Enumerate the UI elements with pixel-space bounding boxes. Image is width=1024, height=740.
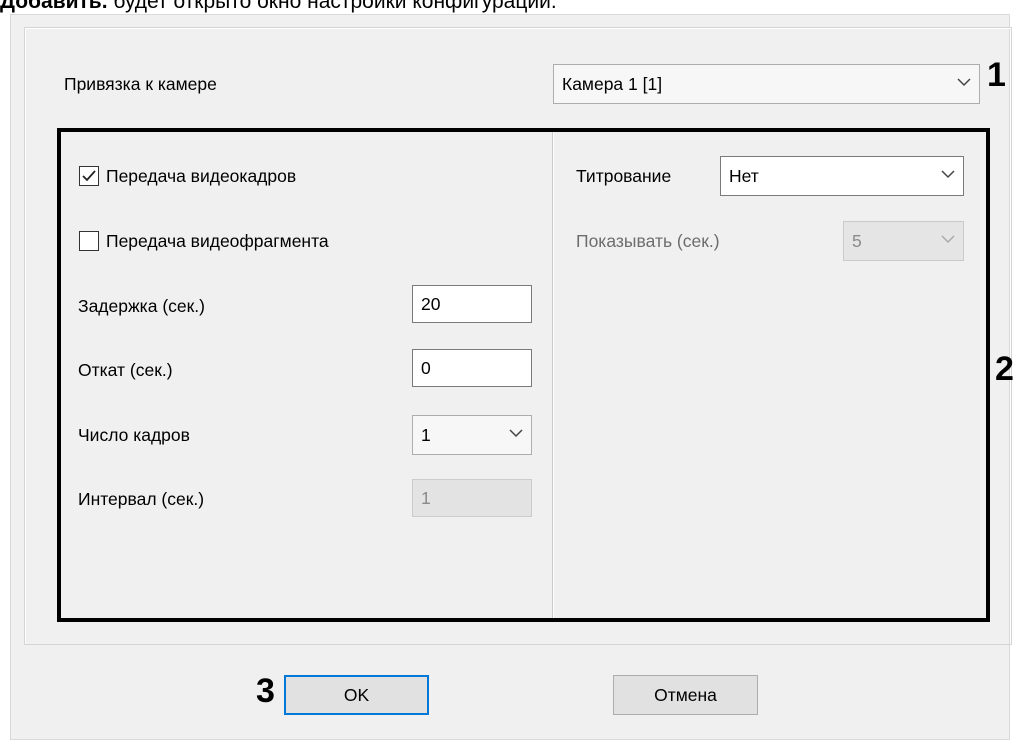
show-label: Показывать (сек.)	[576, 231, 720, 251]
chevron-down-icon	[941, 170, 955, 179]
callout-3: 3	[256, 672, 275, 710]
cancel-button[interactable]: Отмена	[613, 675, 758, 715]
check-icon	[82, 170, 96, 182]
instruction-bold: Добавить.	[0, 0, 108, 13]
rollback-input[interactable]: 0	[412, 349, 532, 387]
titling-label: Титрование	[576, 166, 672, 186]
delay-input[interactable]: 20	[412, 285, 532, 323]
interval-input-value: 1	[421, 487, 431, 508]
delay-input-value: 20	[421, 293, 441, 314]
chevron-down-icon	[941, 235, 955, 244]
camera-select-value: Камера 1 [1]	[562, 73, 663, 94]
rollback-input-value: 0	[421, 357, 431, 378]
titling-value: Нет	[729, 165, 759, 186]
show-select[interactable]: 5	[843, 221, 964, 261]
delay-label: Задержка (сек.)	[78, 296, 205, 316]
instruction-text: Добавить. будет открыто окно настройки к…	[0, 0, 557, 13]
frames-count-value: 1	[421, 424, 431, 445]
instruction-rest: будет открыто окно настройки конфигураци…	[107, 0, 557, 13]
titling-select[interactable]: Нет	[720, 156, 964, 196]
interval-label: Интервал (сек.)	[78, 489, 205, 509]
fragment-checkbox[interactable]	[79, 231, 99, 251]
frames-count-select[interactable]: 1	[412, 415, 532, 455]
fragment-checkbox-label[interactable]: Передача видеофрагмента	[106, 231, 329, 252]
panel-divider	[552, 132, 554, 618]
frames-checkbox-label[interactable]: Передача видеокадров	[106, 166, 296, 187]
camera-select[interactable]: Камера 1 [1]	[553, 64, 980, 104]
ok-button[interactable]: OK	[284, 675, 429, 715]
callout-1: 1	[987, 56, 1006, 94]
interval-input[interactable]: 1	[412, 479, 532, 517]
rollback-label: Откат (сек.)	[78, 360, 173, 380]
frames-checkbox[interactable]	[79, 166, 99, 186]
show-value: 5	[852, 230, 862, 251]
callout-2: 2	[995, 350, 1014, 388]
chevron-down-icon	[509, 429, 523, 438]
chevron-down-icon	[957, 78, 971, 87]
camera-label: Привязка к камере	[64, 74, 217, 94]
frames-count-label: Число кадров	[78, 425, 190, 445]
